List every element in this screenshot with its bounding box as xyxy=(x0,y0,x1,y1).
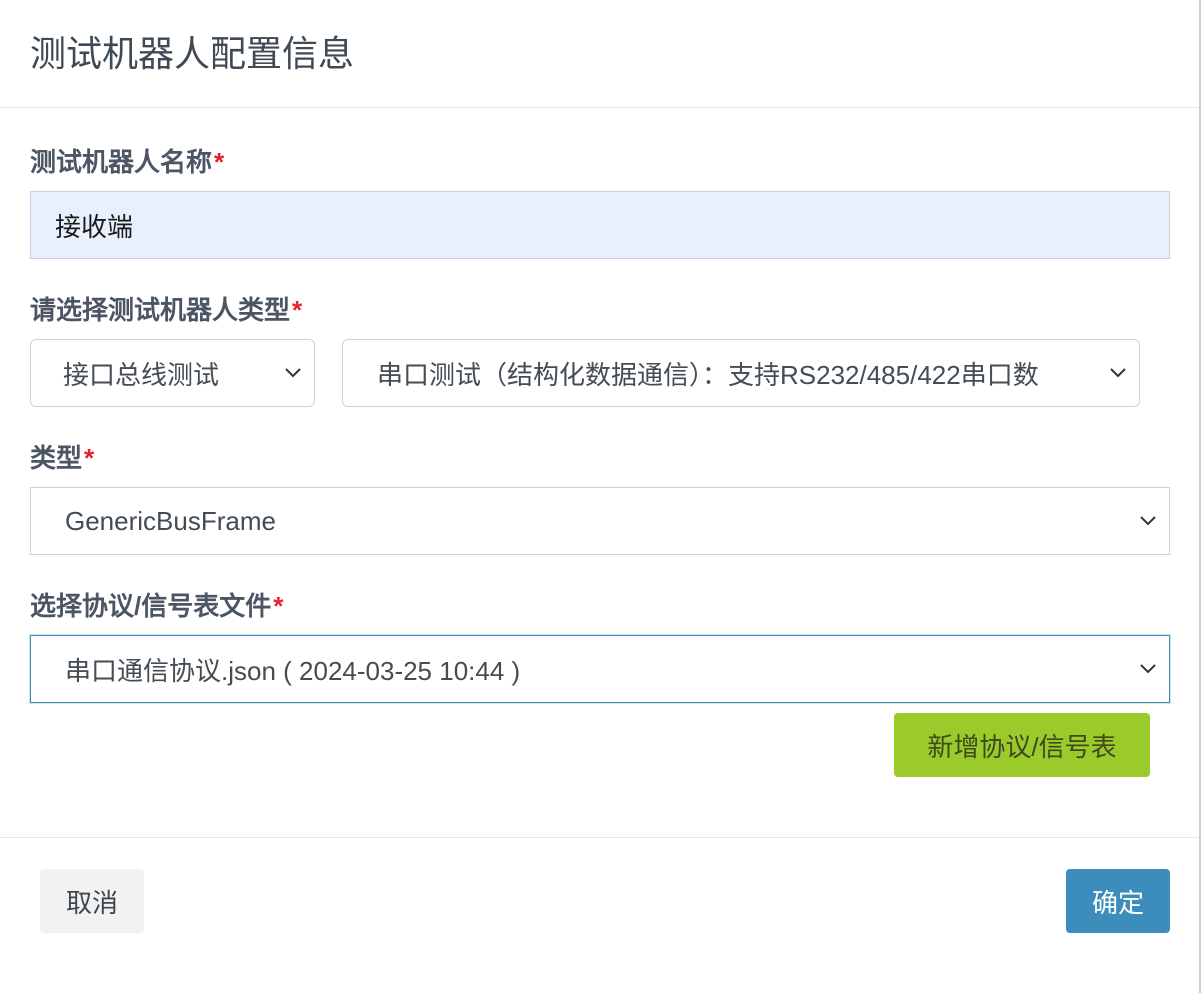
cancel-button[interactable]: 取消 xyxy=(40,869,144,933)
chevron-down-icon xyxy=(1140,516,1156,526)
confirm-button[interactable]: 确定 xyxy=(1066,869,1170,933)
required-asterisk: * xyxy=(273,591,284,621)
add-protocol-button[interactable]: 新增协议/信号表 xyxy=(894,713,1150,777)
chevron-down-icon xyxy=(1110,368,1126,378)
protocol-file-label-text: 选择协议/信号表文件 xyxy=(30,591,272,621)
frame-type-value: GenericBusFrame xyxy=(65,505,276,536)
robot-name-input[interactable]: 接收端 xyxy=(30,191,1170,259)
robot-config-dialog: 测试机器人配置信息 测试机器人名称* 接收端 请选择测试机器人类型* 接口总线测… xyxy=(0,0,1201,993)
robot-category-select[interactable]: 接口总线测试 xyxy=(30,339,315,407)
robot-type-label-text: 请选择测试机器人类型 xyxy=(30,295,291,325)
robot-name-label-text: 测试机器人名称 xyxy=(30,147,213,177)
required-asterisk: * xyxy=(84,443,95,473)
type-label-text: 类型 xyxy=(30,443,83,473)
protocol-file-label: 选择协议/信号表文件* xyxy=(30,589,283,623)
required-asterisk: * xyxy=(292,295,303,325)
protocol-file-select[interactable]: 串口通信协议.json ( 2024-03-25 10:44 ) xyxy=(30,635,1170,703)
required-asterisk: * xyxy=(214,147,225,177)
robot-subtype-value: 串口测试（结构化数据通信）：支持RS232/485/422串口数 xyxy=(377,359,1039,390)
protocol-file-value: 串口通信协议.json ( 2024-03-25 10:44 ) xyxy=(65,655,521,686)
robot-type-label: 请选择测试机器人类型* xyxy=(30,293,302,327)
dialog-title: 测试机器人配置信息 xyxy=(30,33,355,74)
frame-type-select[interactable]: GenericBusFrame xyxy=(30,487,1170,555)
dialog-header: 测试机器人配置信息 xyxy=(0,0,1199,108)
chevron-down-icon xyxy=(1140,664,1156,674)
type-label: 类型* xyxy=(30,441,94,475)
dialog-footer-divider xyxy=(0,837,1199,838)
robot-subtype-select[interactable]: 串口测试（结构化数据通信）：支持RS232/485/422串口数 xyxy=(342,339,1140,407)
robot-name-value: 接收端 xyxy=(55,211,134,242)
chevron-down-icon xyxy=(285,368,301,378)
robot-category-value: 接口总线测试 xyxy=(63,359,220,390)
robot-name-label: 测试机器人名称* xyxy=(30,145,224,179)
